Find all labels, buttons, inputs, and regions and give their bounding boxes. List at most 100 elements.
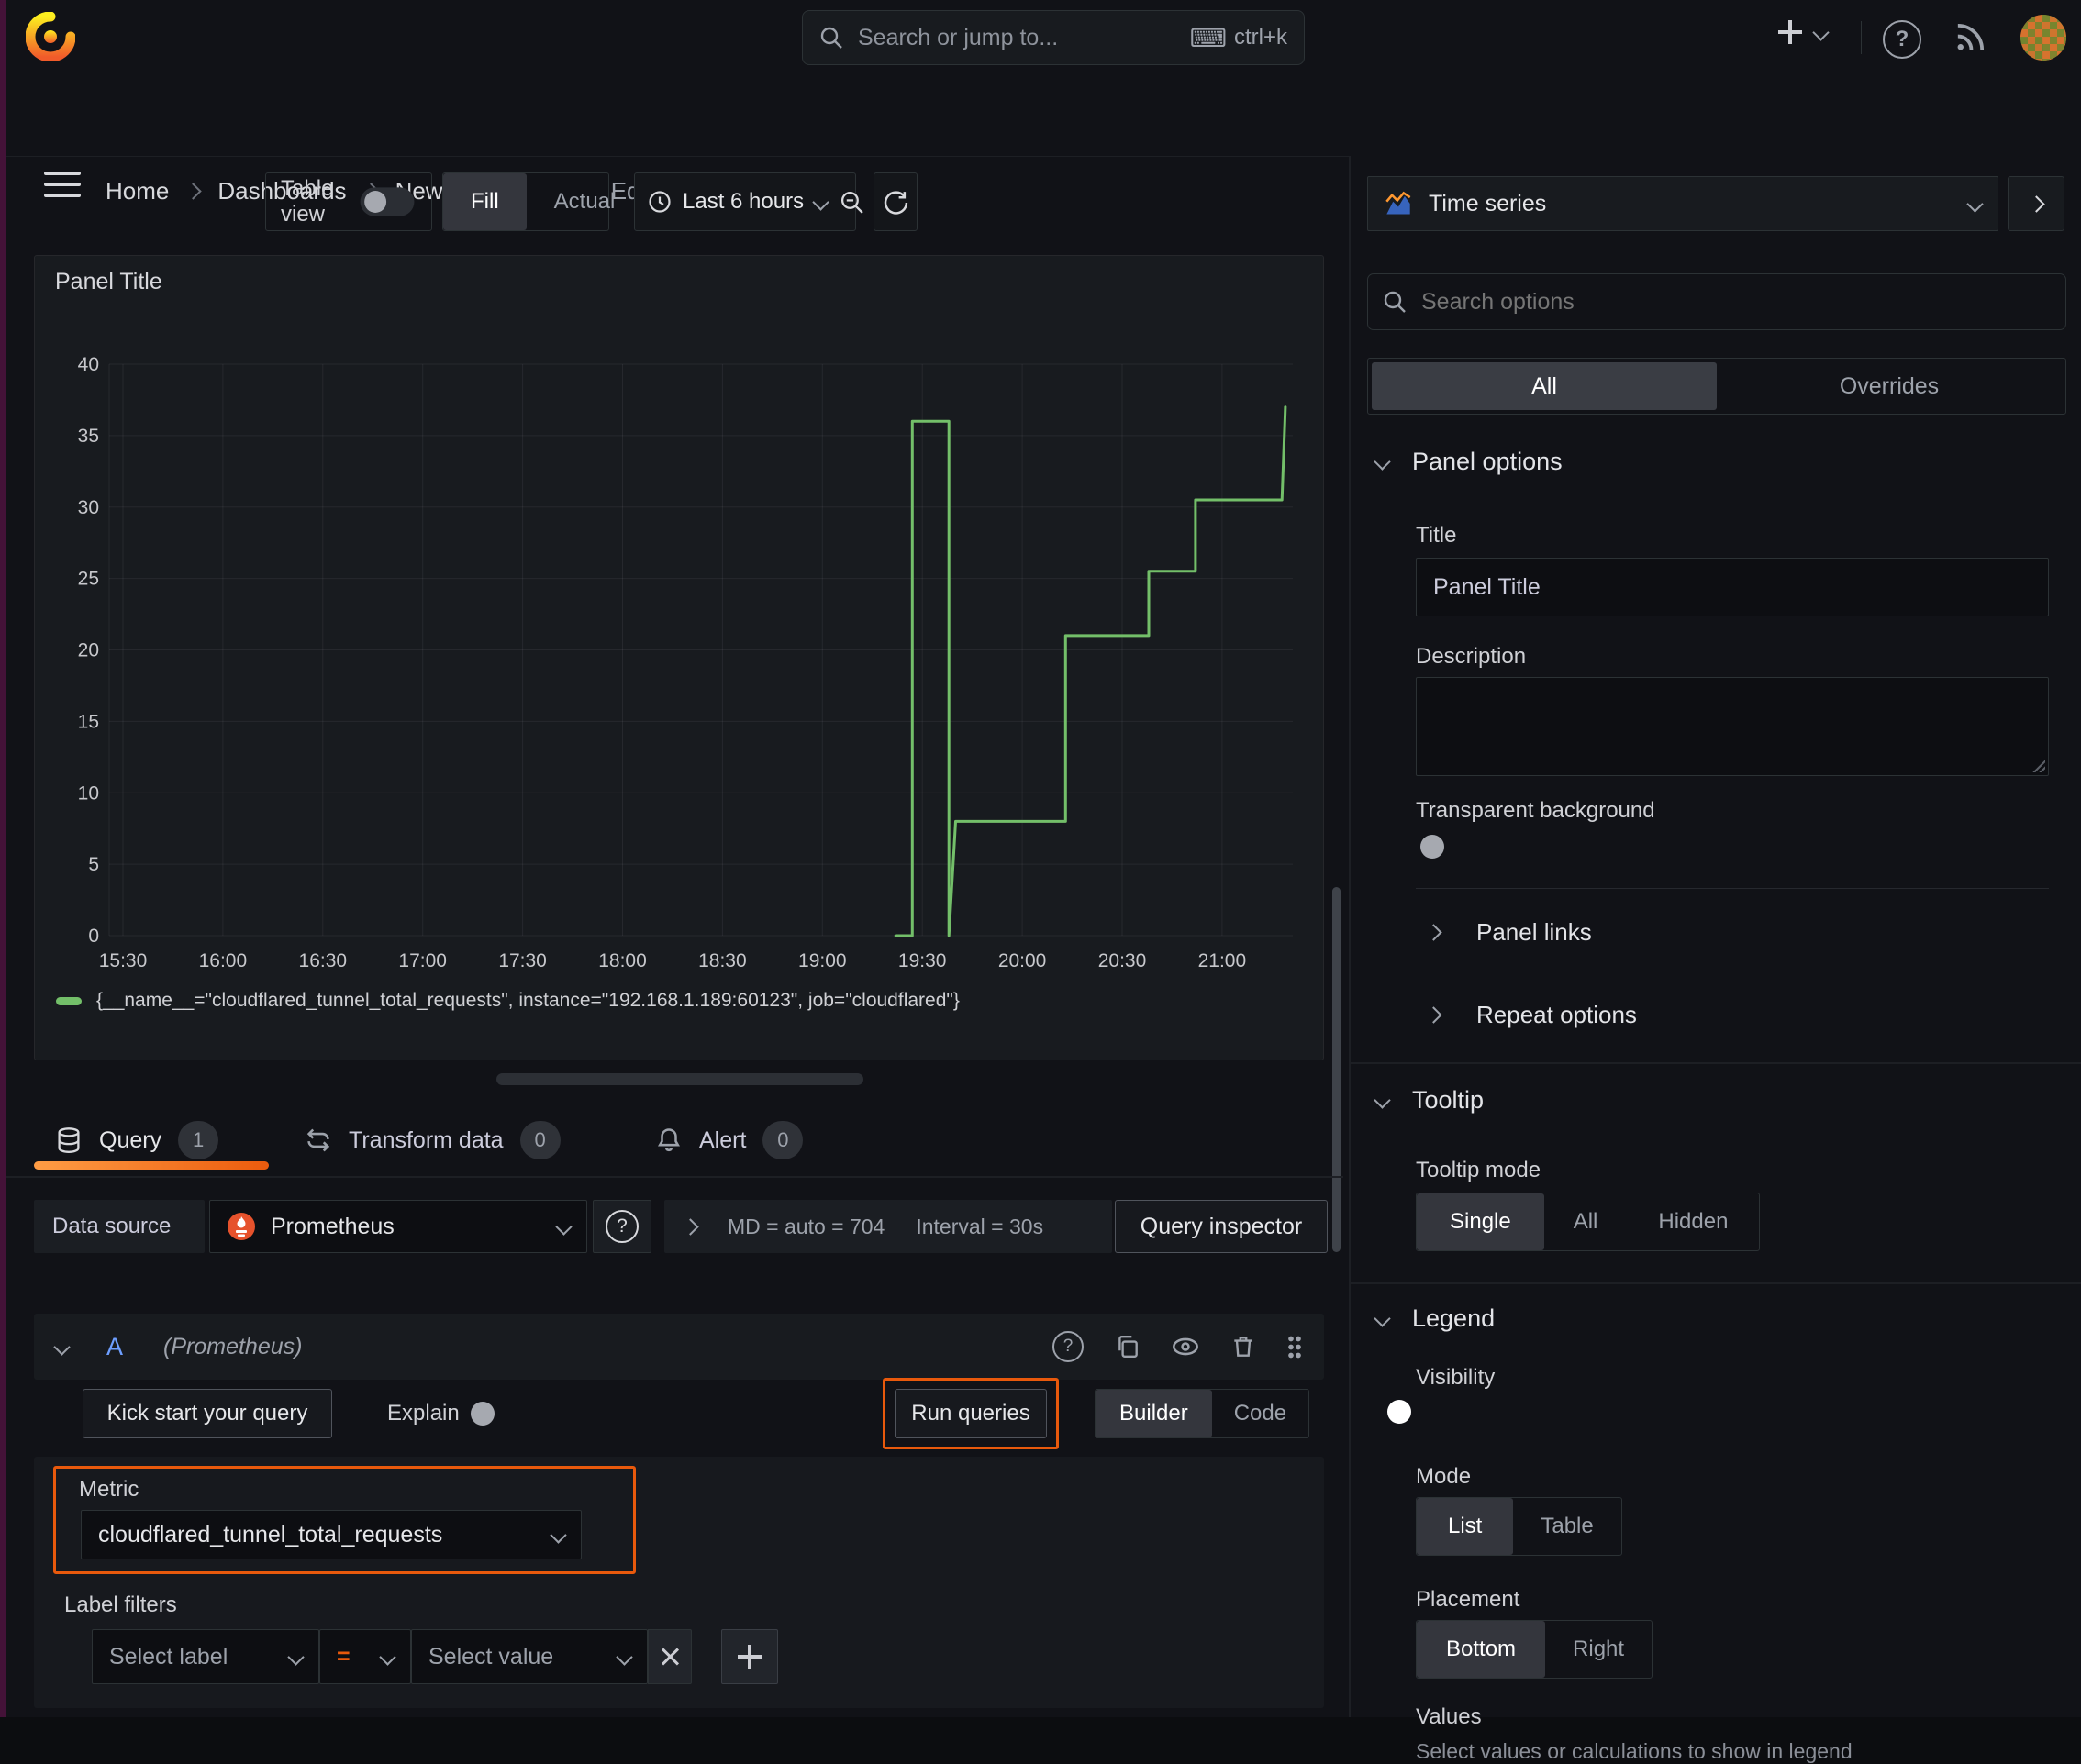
hide-query-icon[interactable] — [1172, 1333, 1199, 1360]
svg-text:16:30: 16:30 — [299, 950, 348, 971]
placement-bottom-option[interactable]: Bottom — [1417, 1621, 1546, 1678]
help-icon[interactable]: ? — [1883, 20, 1921, 59]
chevron-down-icon — [1374, 453, 1391, 471]
legend-header[interactable]: Legend — [1374, 1304, 1495, 1333]
metric-select[interactable]: cloudflared_tunnel_total_requests — [81, 1510, 582, 1559]
description-textarea[interactable] — [1416, 677, 2049, 776]
options-search-input[interactable] — [1419, 287, 2051, 316]
query-inspector-button[interactable]: Query inspector — [1115, 1200, 1328, 1253]
metric-label: Metric — [79, 1477, 139, 1502]
table-view-toggle[interactable] — [360, 187, 415, 216]
select-value-placeholder: Select value — [428, 1643, 554, 1670]
tab-all[interactable]: All — [1372, 362, 1717, 410]
all-overrides-tabs: All Overrides — [1367, 358, 2066, 415]
legend-label: {__name__="cloudflared_tunnel_total_requ… — [96, 990, 960, 1011]
breadcrumb-home[interactable]: Home — [106, 177, 169, 205]
global-search[interactable]: ⌨ ctrl+k — [802, 10, 1305, 65]
query-editor-body: Metric cloudflared_tunnel_total_requests… — [34, 1457, 1324, 1708]
svg-text:25: 25 — [78, 569, 99, 590]
duplicate-query-icon[interactable] — [1115, 1334, 1141, 1359]
legend-values-help: Select values or calculations to show in… — [1416, 1739, 1853, 1763]
transparent-background-label: Transparent background — [1416, 798, 1655, 823]
legend-item[interactable]: {__name__="cloudflared_tunnel_total_requ… — [56, 990, 960, 1012]
operator-dropdown[interactable]: = — [319, 1629, 411, 1684]
chevron-down-icon — [287, 1648, 305, 1666]
add-filter-button[interactable] — [721, 1629, 778, 1684]
placement-right-option[interactable]: Right — [1545, 1621, 1652, 1678]
options-search[interactable] — [1367, 273, 2066, 330]
tooltip-header[interactable]: Tooltip — [1374, 1086, 1484, 1115]
tab-overrides[interactable]: Overrides — [1717, 362, 2062, 410]
svg-text:20:30: 20:30 — [1098, 950, 1147, 971]
refresh-button[interactable] — [874, 172, 918, 231]
tab-query[interactable]: Query 1 — [55, 1121, 219, 1159]
keyboard-icon: ⌨ — [1189, 23, 1227, 52]
tooltip-all-option[interactable]: All — [1544, 1193, 1628, 1250]
fill-option[interactable]: Fill — [443, 173, 527, 230]
actual-option[interactable]: Actual — [527, 173, 643, 230]
add-menu-button[interactable] — [1778, 20, 1830, 44]
query-row-header[interactable]: A (Prometheus) ? — [34, 1314, 1324, 1380]
legend-visibility-label: Visibility — [1416, 1365, 1496, 1390]
explain-label: Explain — [387, 1401, 460, 1426]
panel-options-header[interactable]: Panel options — [1374, 448, 1563, 476]
collapse-sidebar-button[interactable] — [2008, 176, 2064, 231]
code-option[interactable]: Code — [1212, 1390, 1308, 1437]
time-range-picker[interactable]: Last 6 hours — [635, 173, 840, 230]
select-label-placeholder: Select label — [109, 1643, 228, 1670]
svg-text:0: 0 — [88, 926, 99, 947]
legend-table-option[interactable]: Table — [1513, 1498, 1620, 1555]
query-help-icon[interactable]: ? — [1052, 1331, 1084, 1362]
delete-query-icon[interactable] — [1230, 1334, 1256, 1359]
drag-handle-icon[interactable] — [1287, 1335, 1302, 1359]
tab-alert-badge: 0 — [762, 1121, 804, 1159]
svg-text:5: 5 — [88, 854, 99, 875]
datasource-help-button[interactable]: ? — [593, 1200, 651, 1253]
menu-toggle-icon[interactable] — [44, 172, 81, 197]
tooltip-hidden-option[interactable]: Hidden — [1627, 1193, 1759, 1250]
fill-actual-segmented: Fill Actual — [442, 172, 615, 231]
window-edge-strip — [0, 0, 6, 1717]
search-input[interactable] — [856, 23, 1190, 52]
kickstart-query-button[interactable]: Kick start your query — [83, 1389, 332, 1438]
panel-links-section[interactable]: Panel links — [1425, 906, 1592, 958]
news-rss-icon[interactable] — [1953, 20, 1987, 55]
metric-value: cloudflared_tunnel_total_requests — [98, 1521, 443, 1548]
svg-text:18:30: 18:30 — [698, 950, 747, 971]
title-label: Title — [1416, 523, 1457, 548]
svg-text:19:30: 19:30 — [898, 950, 947, 971]
plus-icon — [738, 1645, 762, 1669]
chevron-down-icon — [1374, 1092, 1391, 1109]
zoom-out-button[interactable] — [840, 173, 864, 230]
collapse-query-icon[interactable] — [53, 1337, 71, 1356]
tab-alert-label: Alert — [699, 1126, 747, 1153]
legend-list-option[interactable]: List — [1417, 1498, 1514, 1555]
main-scrollbar[interactable] — [1332, 887, 1341, 1252]
splitter-handle[interactable] — [496, 1073, 863, 1085]
run-queries-button[interactable]: Run queries — [895, 1389, 1047, 1438]
time-series-chart[interactable]: 0 5 10 15 20 25 30 35 40 15:30 16:00 16:30 17:00 17:3… — [35, 256, 1323, 990]
tooltip-single-option[interactable]: Single — [1417, 1193, 1544, 1250]
select-label-dropdown[interactable]: Select label — [92, 1629, 319, 1684]
tab-alert[interactable]: Alert 0 — [655, 1121, 804, 1159]
description-label: Description — [1416, 644, 1527, 669]
panel-title-input[interactable] — [1416, 558, 2049, 616]
editor-tabs: Query 1 Transform data 0 Alert 0 — [0, 1112, 1343, 1178]
chevron-down-icon — [379, 1648, 396, 1666]
select-value-dropdown[interactable]: Select value — [411, 1629, 648, 1684]
visualization-picker[interactable]: Time series — [1367, 176, 1998, 231]
query-datasource-hint: (Prometheus) — [163, 1333, 303, 1359]
user-avatar[interactable] — [2020, 15, 2066, 61]
tab-transform[interactable]: Transform data 0 — [305, 1121, 561, 1159]
repeat-options-section[interactable]: Repeat options — [1425, 989, 1637, 1040]
svg-text:20:00: 20:00 — [998, 950, 1047, 971]
remove-filter-button[interactable] — [648, 1629, 692, 1684]
grafana-logo-icon[interactable] — [26, 12, 75, 61]
time-series-viz-icon — [1385, 190, 1412, 217]
svg-text:30: 30 — [78, 497, 99, 518]
resize-handle-icon[interactable] — [2031, 758, 2045, 772]
datasource-picker[interactable]: Prometheus — [209, 1200, 587, 1253]
table-view-control: Table view — [265, 172, 432, 231]
builder-option[interactable]: Builder — [1096, 1390, 1212, 1437]
query-options-summary[interactable]: MD = auto = 704 Interval = 30s — [664, 1200, 1112, 1253]
